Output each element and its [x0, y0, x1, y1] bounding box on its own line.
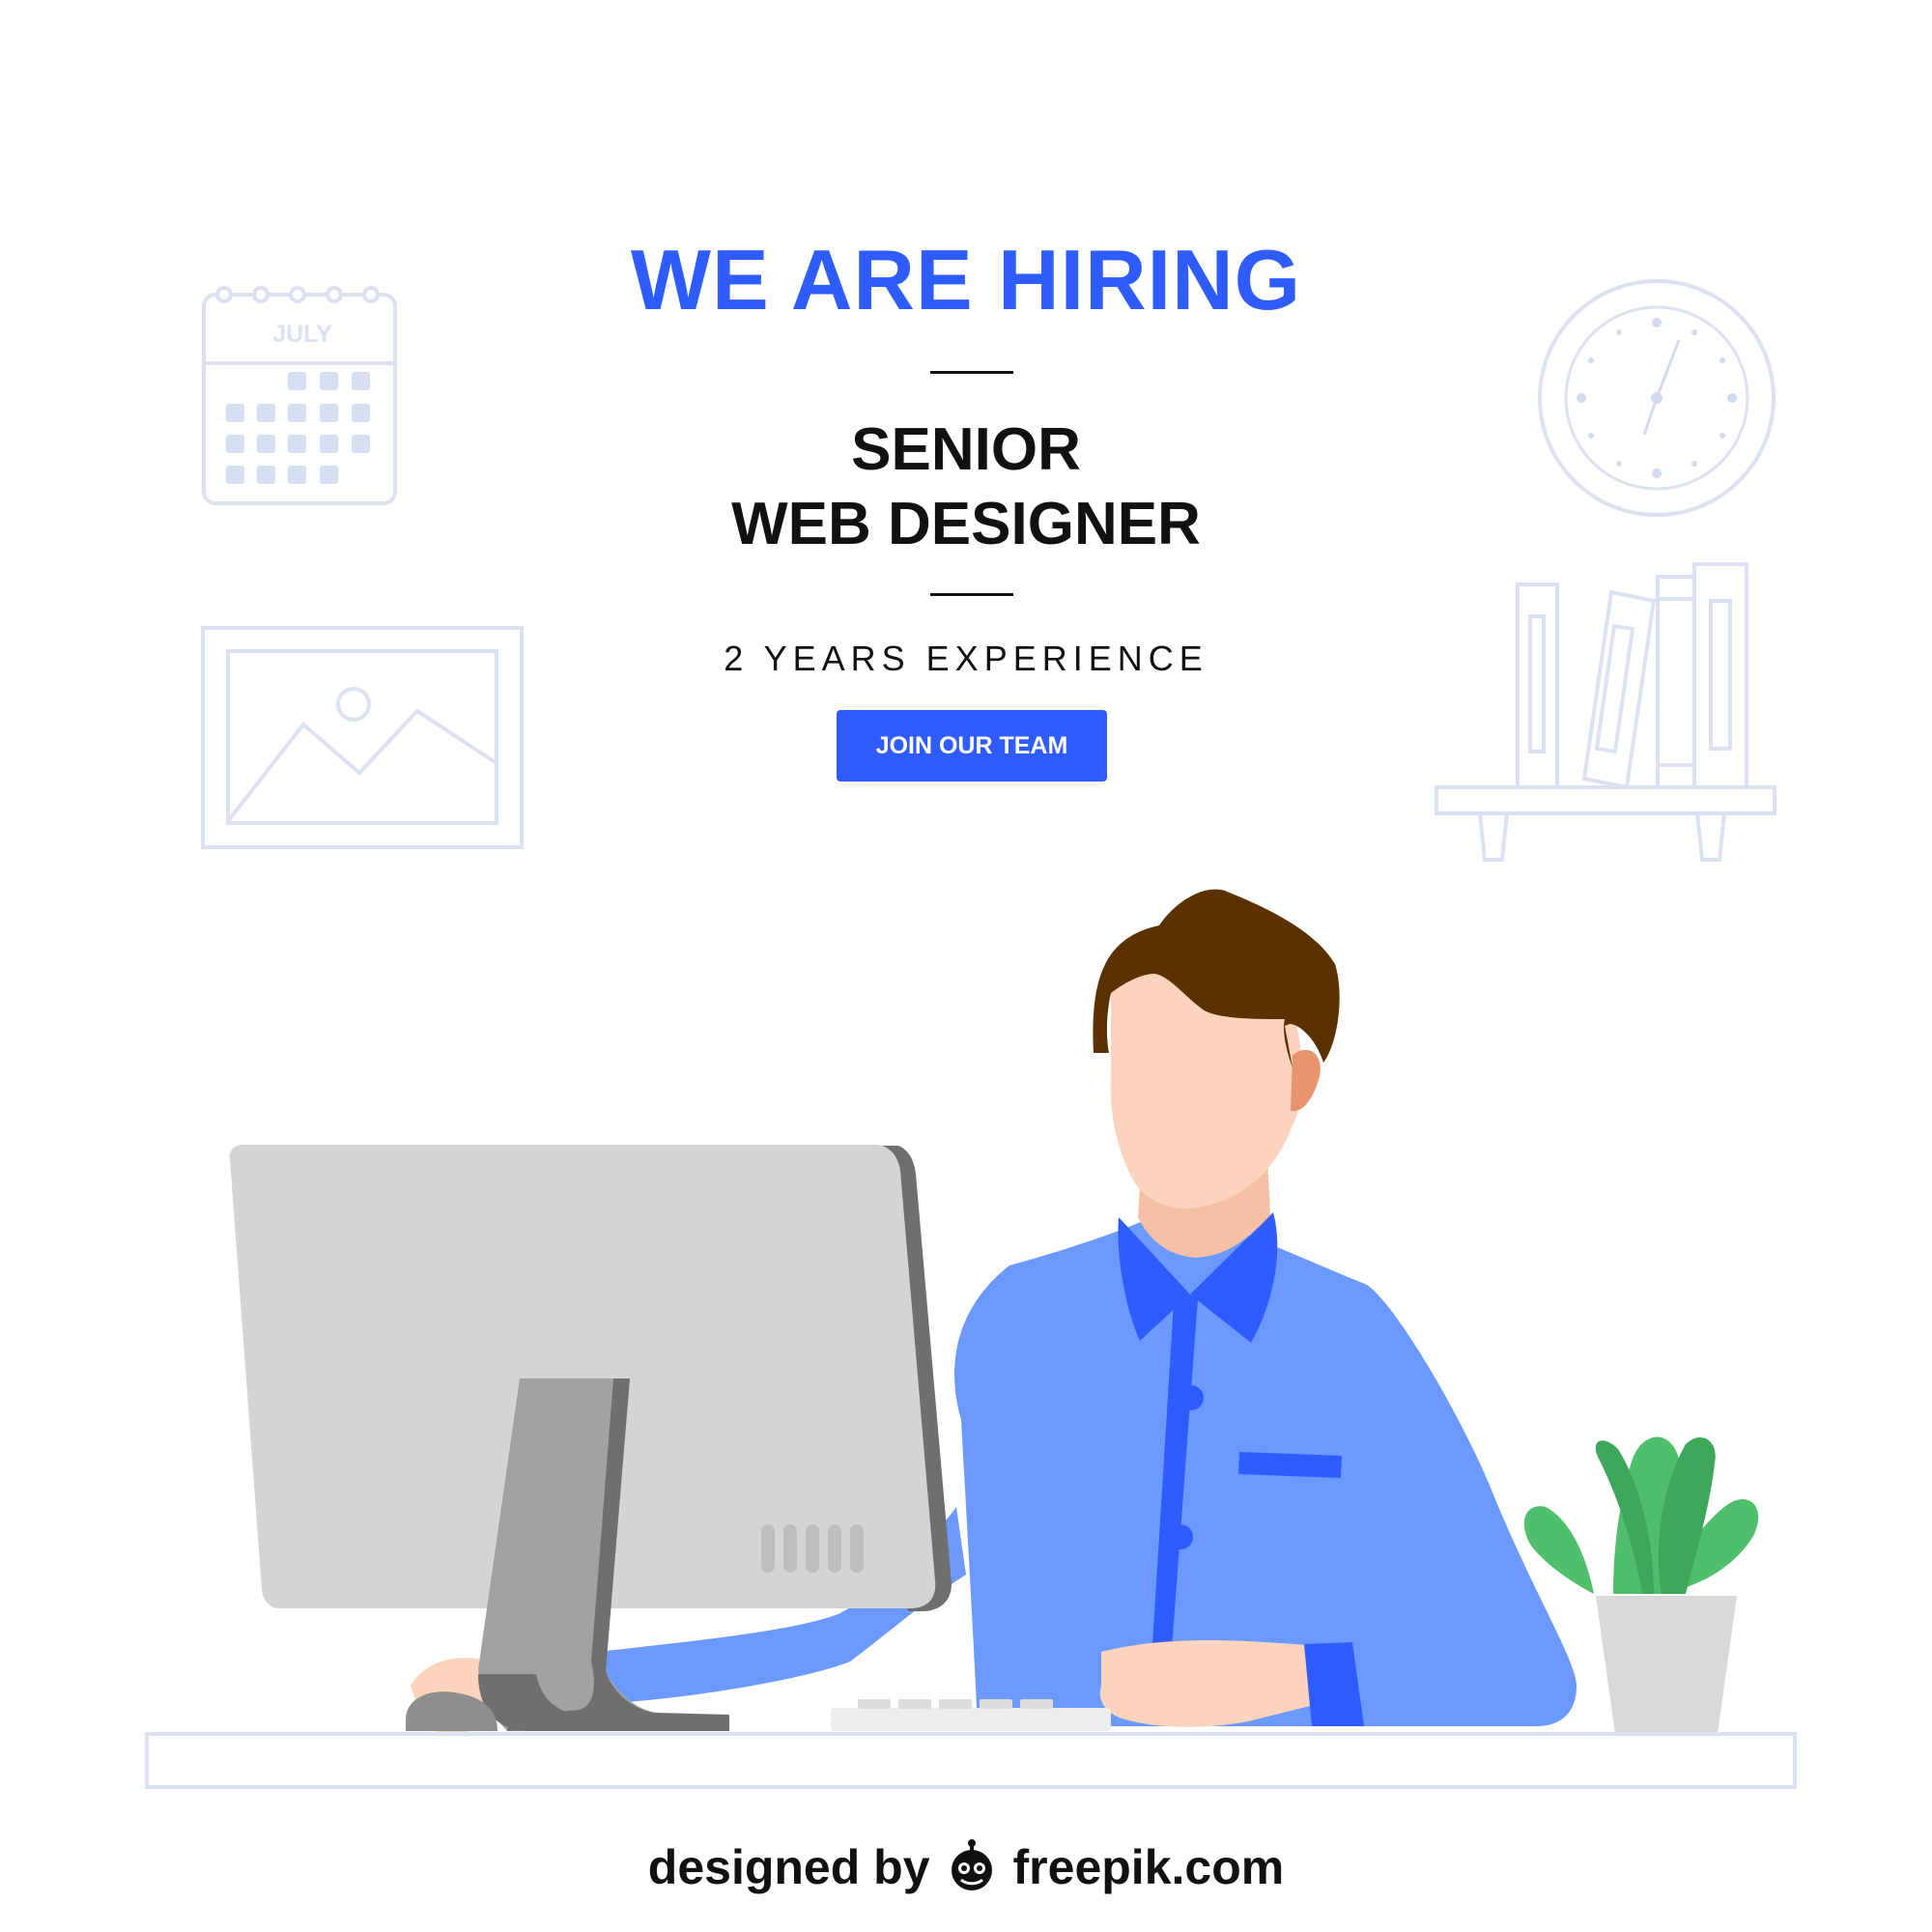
designer-credit: designed by freepik.com	[0, 1833, 1932, 1901]
credit-prefix: designed by	[647, 1840, 930, 1894]
hiring-headline: WE ARE HIRING	[630, 232, 1302, 327]
freepik-logo-icon	[951, 1839, 992, 1890]
hiring-poster: JULY WE ARE HIRING SENIOR WEB DESIGNER 2…	[0, 0, 1932, 1932]
job-title-line-1: SENIOR	[851, 416, 1081, 483]
desk	[145, 1732, 1797, 1789]
shirt-button	[1179, 1385, 1204, 1410]
job-title-line-2: WEB DESIGNER	[731, 491, 1201, 557]
experience-requirement: 2 YEARS EXPERIENCE	[724, 639, 1208, 678]
title-divider-top	[930, 371, 1013, 374]
ear	[1291, 1049, 1321, 1112]
plant-pot	[1596, 1596, 1737, 1734]
bookshelf-icon	[1435, 562, 1776, 862]
join-our-team-button[interactable]: JOIN OUR TEAM	[837, 710, 1107, 781]
credit-brand[interactable]: freepik.com	[1013, 1839, 1285, 1895]
title-divider-bottom	[930, 593, 1013, 596]
shirt-pocket	[1238, 1452, 1342, 1478]
plant-leaf	[1523, 1506, 1594, 1594]
shirt-button	[1168, 1524, 1193, 1549]
